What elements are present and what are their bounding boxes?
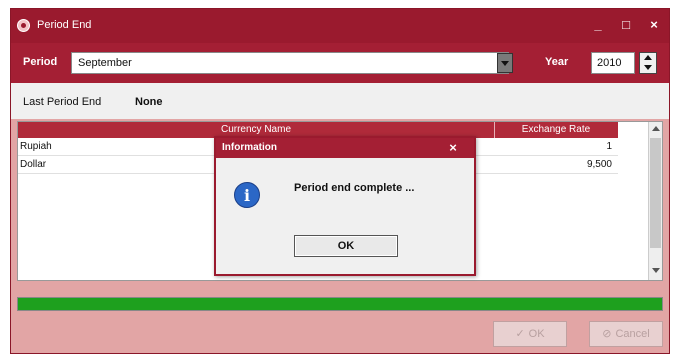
title-bar: Period End _ □ × (11, 9, 669, 43)
close-window-button[interactable]: × (645, 17, 663, 33)
column-header-currency[interactable]: Currency Name (18, 124, 494, 135)
period-value: September (78, 57, 132, 69)
window-title: Period End (37, 19, 92, 31)
period-dropdown-button[interactable] (497, 53, 513, 73)
year-spinner[interactable] (639, 52, 657, 74)
info-icon: i (234, 182, 260, 208)
cell-currency-name: Rupiah (20, 141, 52, 152)
grid-scrollbar[interactable] (648, 122, 662, 280)
spin-down-icon[interactable] (644, 65, 652, 70)
year-label: Year (545, 56, 569, 68)
column-header-rate[interactable]: Exchange Rate (494, 124, 618, 135)
period-bar: Period September Year 2010 (11, 43, 669, 83)
cell-exchange-rate: 9,500 (586, 159, 612, 170)
last-period-label: Last Period End (23, 96, 102, 108)
information-dialog: Information × i Period end complete ... … (214, 136, 476, 276)
ok-button[interactable]: ✓ OK (493, 321, 567, 347)
dialog-close-button[interactable]: × (444, 140, 462, 156)
period-label: Period (23, 56, 58, 68)
app-icon (17, 19, 30, 32)
ok-button-label: OK (528, 328, 545, 340)
year-input[interactable]: 2010 (591, 52, 635, 74)
maximize-button[interactable]: □ (617, 17, 635, 33)
spin-up-icon[interactable] (644, 55, 652, 60)
scroll-thumb[interactable] (650, 138, 661, 248)
dialog-message: Period end complete ... (294, 182, 415, 194)
scroll-down-icon[interactable] (652, 268, 660, 273)
last-period-value: None (135, 96, 163, 108)
minimize-button[interactable]: _ (589, 17, 607, 33)
progress-fill (18, 298, 662, 310)
dialog-title-bar: Information × (216, 138, 474, 158)
cell-exchange-rate: 1 (606, 141, 612, 152)
cell-currency-name: Dollar (20, 159, 47, 170)
dialog-title: Information (222, 142, 277, 153)
progress-bar (17, 297, 663, 311)
cancel-icon: ⊘ (602, 328, 612, 340)
dialog-ok-button[interactable]: OK (294, 235, 398, 257)
last-period-bar: Last Period End None (11, 83, 669, 119)
scroll-up-icon[interactable] (652, 126, 660, 131)
cancel-button-label: Cancel (615, 328, 650, 340)
check-icon: ✓ (515, 328, 525, 340)
period-select[interactable]: September (71, 52, 509, 74)
cancel-button[interactable]: ⊘ Cancel (589, 321, 663, 347)
